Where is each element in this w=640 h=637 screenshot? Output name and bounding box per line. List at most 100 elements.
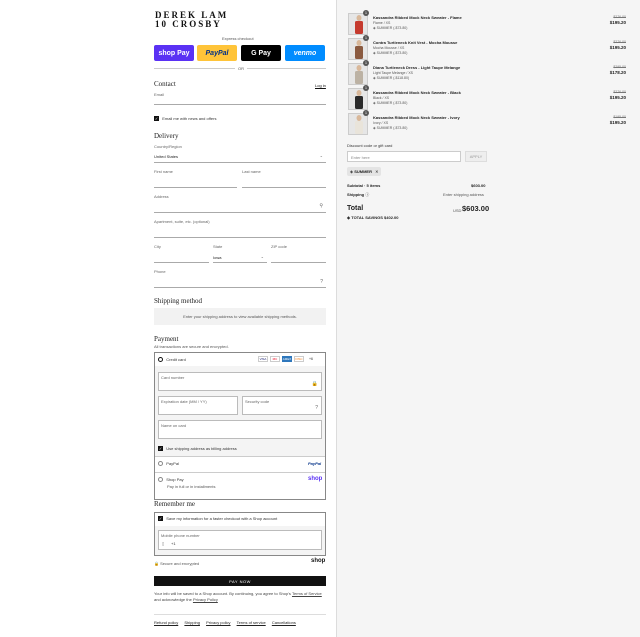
gpay-button[interactable]: G Pay — [241, 45, 281, 61]
product-image — [355, 65, 363, 84]
apply-button[interactable]: APPLY — [465, 151, 487, 162]
mobile-phone-field[interactable]: Mobile phone number ▯ +1 — [158, 530, 322, 550]
currency-label: USD — [453, 208, 462, 213]
product-variant: Mocha Mousse / XS — [373, 46, 405, 50]
first-name-field[interactable]: First name — [154, 169, 237, 188]
shipping-row-value: Enter shipping address — [443, 192, 484, 197]
delivery-heading: Delivery — [154, 132, 179, 140]
product-name: Kassandra Ribbed Mock Neck Sweater - Ivo… — [373, 115, 460, 120]
terms-link[interactable]: Terms of Service — [292, 591, 322, 596]
help-icon[interactable]: ⓘ — [365, 192, 369, 197]
discounted-price: $195.20 — [609, 95, 626, 100]
payment-heading: Payment — [154, 335, 179, 343]
news-checkbox-row[interactable]: ✓ Email me with news and offers — [154, 116, 216, 122]
mastercard-icon: MC — [270, 356, 280, 362]
original-price: $295.00 — [613, 65, 626, 69]
remember-heading: Remember me — [154, 500, 196, 508]
product-discount: ◈ SUMMER (-$118.80) — [373, 76, 410, 80]
brand-logo[interactable]: DEREK LAM 10 CROSBY — [155, 11, 228, 29]
refund-policy-link[interactable]: Refund policy — [154, 620, 178, 625]
product-variant: Flame / XS — [373, 21, 391, 25]
discover-icon: DISC — [294, 356, 304, 362]
venmo-button[interactable]: venmo — [285, 45, 325, 61]
terms-of-service-link[interactable]: Terms of service — [237, 620, 266, 625]
total-value: $603.00 — [462, 204, 490, 213]
paypal-option[interactable]: PayPal — [158, 461, 179, 467]
product-discount: ◈ SUMMER (-$73.80) — [373, 126, 408, 130]
radio-unselected[interactable] — [158, 461, 163, 467]
more-cards-label: +6 — [309, 357, 313, 361]
state-select[interactable]: State Iowa ⌄ — [213, 244, 267, 263]
email-field[interactable]: Email — [154, 92, 326, 105]
shop-pay-logo: shop — [308, 476, 323, 482]
card-brand-icons: VISA MC AMEX DISC +6 — [258, 356, 316, 362]
login-link[interactable]: Log in — [315, 83, 326, 88]
quantity-badge: 1 — [363, 35, 369, 41]
shipping-heading: Shipping method — [154, 297, 203, 305]
divider — [155, 472, 325, 473]
radio-unselected[interactable] — [158, 477, 163, 483]
discounted-price: $178.20 — [609, 70, 626, 75]
city-field[interactable]: City — [154, 244, 209, 263]
quantity-badge: 1 — [363, 85, 369, 91]
pay-now-button[interactable]: PAY NOW — [154, 576, 326, 586]
footer-links: Refund policy Shipping Privacy policy Te… — [154, 620, 301, 625]
product-discount: ◈ SUMMER (-$73.80) — [373, 101, 408, 105]
original-price: $276.00 — [613, 15, 626, 19]
help-icon[interactable]: ? — [315, 405, 318, 411]
last-name-field[interactable]: Last name — [242, 169, 326, 188]
contact-heading: Contact — [154, 80, 176, 88]
visa-icon: VISA — [258, 356, 268, 362]
expiry-field[interactable]: Expiration date (MM / YY) — [158, 396, 238, 415]
check-icon[interactable]: ✓ — [154, 116, 159, 122]
product-thumbnail — [348, 13, 368, 35]
product-image — [355, 15, 363, 34]
credit-card-option[interactable]: Credit card — [158, 357, 186, 363]
discounted-price: $195.20 — [609, 45, 626, 50]
subtotal-label: Subtotal · 5 items — [347, 183, 381, 188]
subtotal-value: $603.00 — [471, 183, 486, 188]
privacy-policy-link[interactable]: Privacy policy — [206, 620, 230, 625]
cart-item: 1 Contra Turtleneck Knit Vest - Mocha Mou… — [348, 35, 626, 60]
country-select[interactable]: Country/Region United States ⌄ — [154, 144, 326, 163]
product-name: Kassandra Ribbed Mock Neck Sweater - Fla… — [373, 15, 462, 20]
cart-item: 1 Kassandra Ribbed Mock Neck Sweater - Bl… — [348, 85, 626, 110]
phone-field[interactable]: Phone ? — [154, 269, 326, 288]
original-price: $276.00 — [613, 40, 626, 44]
lock-icon: 🔒 — [311, 381, 318, 387]
shipping-link[interactable]: Shipping — [184, 620, 200, 625]
check-icon[interactable]: ✓ — [158, 516, 163, 522]
product-thumbnail — [348, 63, 368, 85]
shop-logo: shop — [311, 558, 326, 564]
radio-selected[interactable] — [158, 357, 163, 363]
cancellations-link[interactable]: Cancellations — [272, 620, 296, 625]
check-icon[interactable]: ✓ — [158, 446, 163, 452]
original-price: $195.00 — [613, 115, 626, 119]
card-number-field[interactable]: Card number 🔒 — [158, 372, 322, 391]
security-code-field[interactable]: Security code ? — [242, 396, 322, 415]
billing-same-checkbox[interactable]: ✓ Use shipping address as billing addres… — [158, 446, 237, 452]
privacy-link[interactable]: Privacy Policy — [193, 597, 218, 602]
phone-icon: ▯ — [162, 541, 165, 546]
address-field[interactable]: Address ⚲ — [154, 194, 326, 213]
checkout-form-panel: DEREK LAM 10 CROSBY Express checkout sho… — [0, 0, 336, 637]
name-on-card-field[interactable]: Name on card — [158, 420, 322, 439]
zip-field[interactable]: ZIP code — [271, 244, 326, 263]
footer-divider — [154, 614, 326, 615]
product-discount: ◈ SUMMER (-$73.80) — [373, 26, 408, 30]
discount-input[interactable]: Enter here — [347, 151, 461, 162]
shop-pay-option[interactable]: Shop Pay — [158, 477, 184, 483]
shop-pay-button[interactable]: shop Pay — [154, 45, 194, 61]
product-name: Contra Turtleneck Knit Vest - Mocha Mous… — [373, 40, 458, 45]
help-icon[interactable]: ? — [320, 279, 323, 285]
cart-item: 1 Kassandra Ribbed Mock Neck Sweater - Fl… — [348, 10, 626, 35]
paypal-button[interactable]: PayPal — [197, 45, 237, 61]
applied-discount-tag: ◈ SUMMER ✕ — [347, 167, 382, 176]
apartment-field[interactable]: Apartment, suite, etc. (optional) — [154, 219, 326, 238]
close-icon[interactable]: ✕ — [375, 169, 378, 174]
chevron-down-icon: ⌄ — [319, 153, 323, 158]
save-info-checkbox[interactable]: ✓ Save my information for a faster check… — [158, 516, 277, 522]
cart-item: 1 Kassandra Ribbed Mock Neck Sweater - Iv… — [348, 110, 626, 135]
product-thumbnail — [348, 113, 368, 135]
total-savings: ◈ TOTAL SAVINGS $402.00 — [347, 215, 399, 220]
